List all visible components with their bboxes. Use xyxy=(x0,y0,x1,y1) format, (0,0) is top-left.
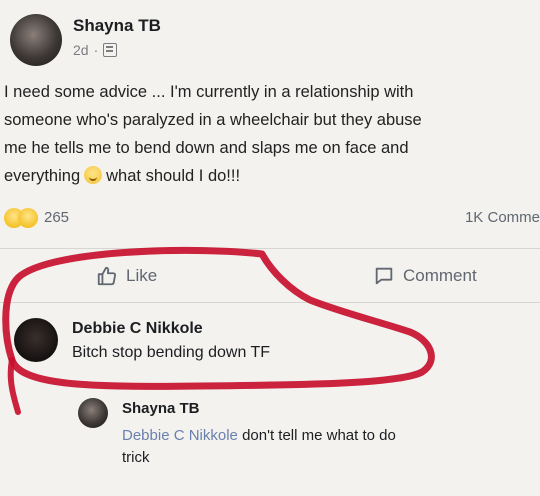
post-meta: 2d · xyxy=(73,42,118,58)
divider xyxy=(0,302,540,303)
post-text-line: everything what should I do!!! xyxy=(4,162,538,190)
comment-label: Comment xyxy=(403,266,477,285)
post-text-fragment: what should I do!!! xyxy=(106,167,241,185)
like-button[interactable]: Like xyxy=(96,265,157,287)
commenter-avatar[interactable] xyxy=(14,318,58,362)
like-label: Like xyxy=(126,266,158,285)
reply-text-fragment: don't tell me what to do xyxy=(242,427,396,444)
audience-icon[interactable] xyxy=(103,43,118,57)
reply-mention-link[interactable]: Debbie C Nikkole xyxy=(122,427,238,444)
post-text-line: I need some advice ... I'm currently in … xyxy=(4,83,414,101)
post-body: I need some advice ... I'm currently in … xyxy=(4,78,538,190)
divider xyxy=(0,248,540,249)
post-text-line: me he tells me to bend down and slaps me… xyxy=(4,139,409,157)
reactions-summary[interactable]: 265 xyxy=(4,208,84,230)
reply-author-name[interactable]: Shayna TB xyxy=(122,400,200,417)
comment-text: Bitch stop bending down TF xyxy=(72,344,271,361)
post-timestamp[interactable]: 2d xyxy=(73,42,89,58)
post-text-line: someone who's paralyzed in a wheelchair … xyxy=(4,111,422,129)
comment-bubble-icon xyxy=(375,267,393,285)
reply-text: Debbie C Nikkole don't tell me what to d… xyxy=(122,425,532,469)
meta-separator: · xyxy=(93,42,99,58)
comment-author-name[interactable]: Debbie C Nikkole xyxy=(72,320,203,338)
comments-count[interactable]: 1K Comme xyxy=(465,209,540,226)
post-author-avatar[interactable] xyxy=(10,14,62,66)
thumbs-up-icon xyxy=(97,266,117,286)
reply-author-avatar[interactable] xyxy=(78,398,108,428)
reply-text-fragment: trick xyxy=(122,449,150,466)
post-text-fragment: everything xyxy=(4,167,81,185)
post-author-name[interactable]: Shayna TB xyxy=(73,16,161,36)
grimace-emoji-icon xyxy=(84,166,103,184)
wow-reaction-icon xyxy=(18,208,38,228)
reaction-count: 265 xyxy=(44,209,70,226)
comment-button[interactable]: Comment xyxy=(373,265,477,287)
